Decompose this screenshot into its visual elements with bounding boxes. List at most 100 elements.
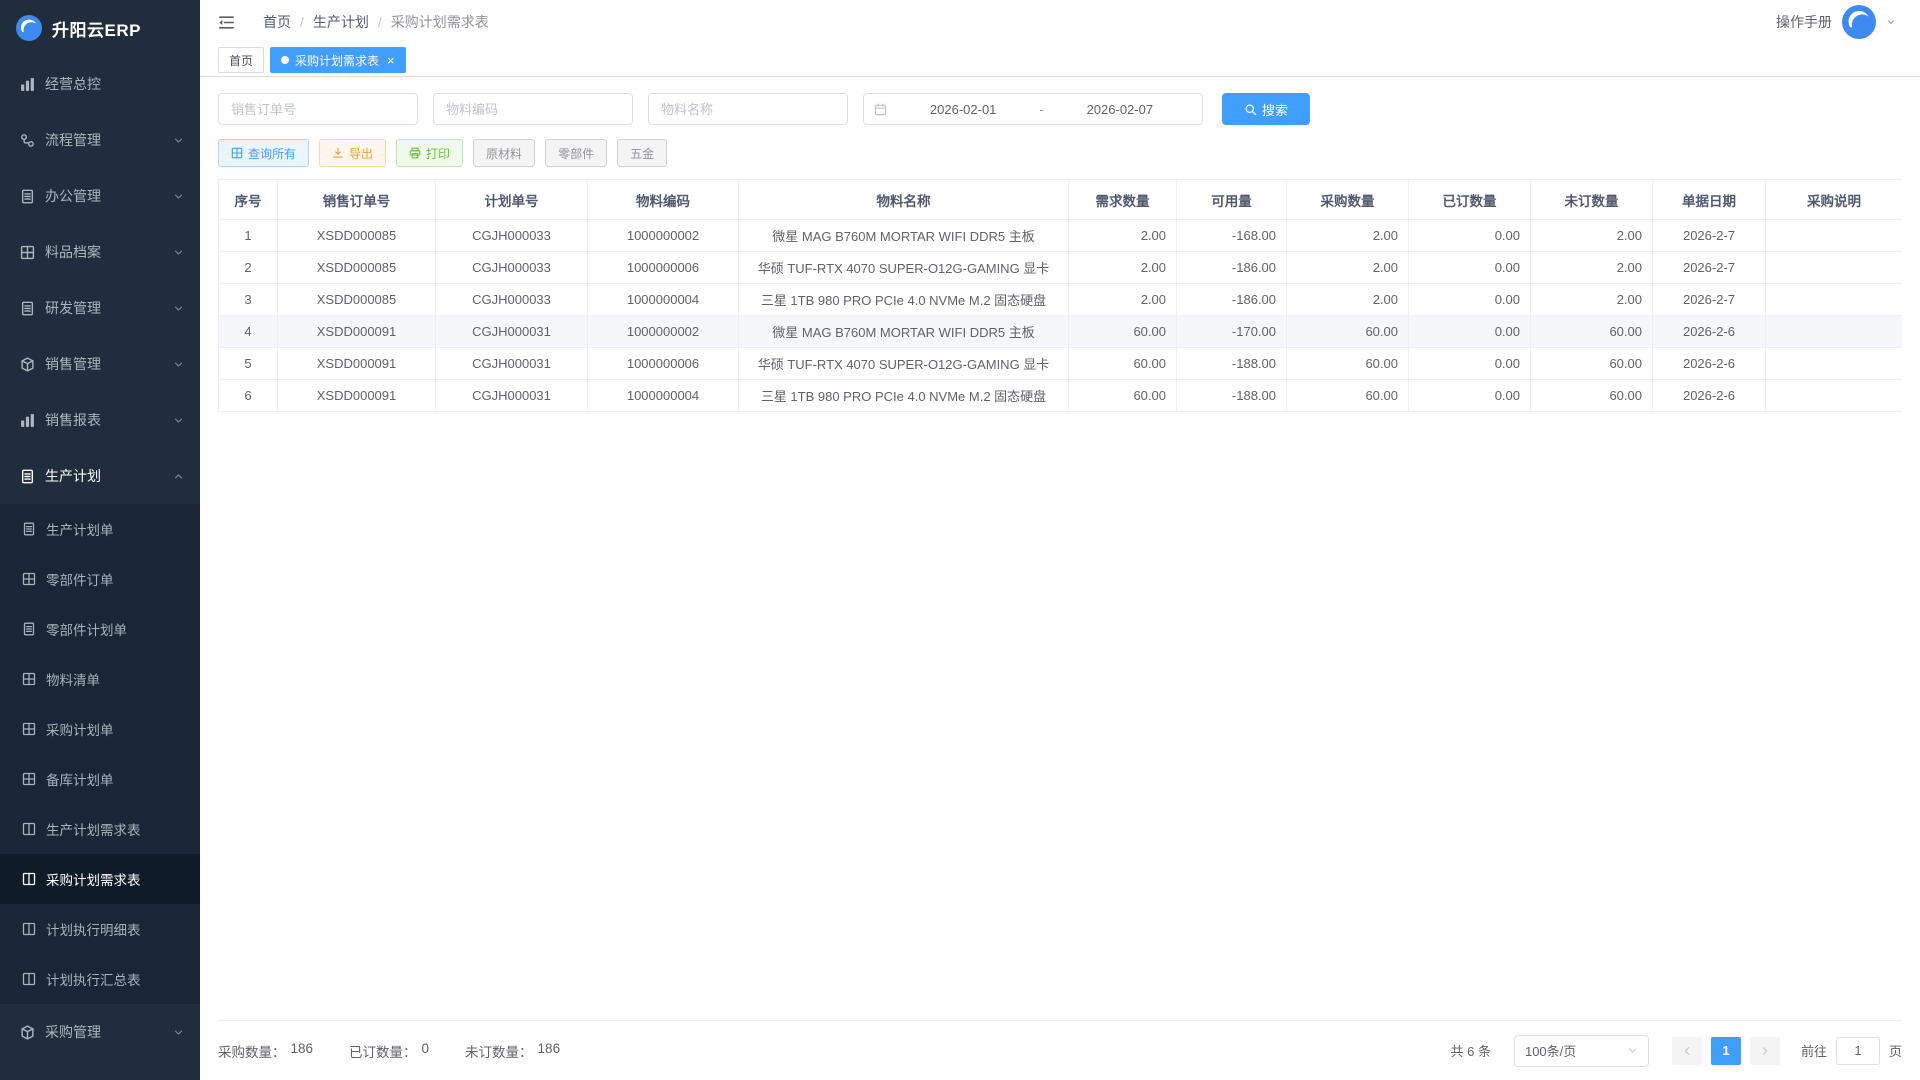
sidebar-item-bom-list[interactable]: 物料清单 <box>0 654 200 704</box>
prev-page-button[interactable] <box>1672 1037 1702 1065</box>
date-start[interactable]: 2026-02-01 <box>891 102 1035 117</box>
column-header: 物料编码 <box>588 180 739 220</box>
query-all-button[interactable]: 查询所有 <box>218 139 309 167</box>
sidebar-item-plan-execution-summary[interactable]: 计划执行汇总表 <box>0 954 200 1004</box>
sidebar-item-rd-mgmt[interactable]: 研发管理 <box>0 280 200 336</box>
goto-page-input[interactable] <box>1836 1037 1880 1065</box>
tab-label: 首页 <box>229 52 253 69</box>
breadcrumb-item[interactable]: 生产计划 <box>313 12 369 32</box>
columns-icon <box>22 822 36 836</box>
doc-icon <box>22 522 36 536</box>
user-menu-caret-icon[interactable] <box>1886 17 1896 27</box>
material-code-input[interactable] <box>433 93 633 125</box>
purchase-icon <box>20 1025 35 1040</box>
table-row[interactable]: 3XSDD000085CGJH0000331000000004三星 1TB 98… <box>219 284 1903 316</box>
raw-material-button[interactable]: 原材料 <box>473 139 535 167</box>
sidebar-item-material-archive[interactable]: 料品档案 <box>0 224 200 280</box>
material-name-input[interactable] <box>648 93 848 125</box>
cell: 2026-2-7 <box>1653 220 1766 252</box>
sidebar-item-business-overview[interactable]: 经营总控 <box>0 56 200 112</box>
cell: 6 <box>219 380 278 412</box>
filter-bar: 2026-02-01 - 2026-02-07 搜索 <box>218 93 1902 125</box>
sidebar-menu: 经营总控流程管理办公管理料品档案研发管理销售管理销售报表生产计划生产计划单零部件… <box>0 56 200 1080</box>
sidebar-item-stock-plan-order[interactable]: 备库计划单 <box>0 754 200 804</box>
table-row[interactable]: 5XSDD000091CGJH0000311000000006华硕 TUF-RT… <box>219 348 1903 380</box>
tab-purchase-plan-demand[interactable]: 采购计划需求表× <box>270 47 406 73</box>
doc-icon <box>22 622 36 636</box>
close-icon[interactable]: × <box>387 54 395 67</box>
cell <box>1766 220 1903 252</box>
cell: CGJH000031 <box>436 316 588 348</box>
sidebar-item-production-plan-order[interactable]: 生产计划单 <box>0 504 200 554</box>
sidebar-item-purchase-plan-order[interactable]: 采购计划单 <box>0 704 200 754</box>
cell: 0.00 <box>1409 380 1531 412</box>
cell: 60.00 <box>1287 348 1409 380</box>
next-page-button[interactable] <box>1750 1037 1780 1065</box>
current-page-button[interactable]: 1 <box>1711 1037 1741 1065</box>
cell: 0.00 <box>1409 284 1531 316</box>
manual-link[interactable]: 操作手册 <box>1776 12 1832 32</box>
search-button[interactable]: 搜索 <box>1222 93 1310 125</box>
sidebar-item-workshop-settings[interactable]: 车间设置 <box>0 1060 200 1080</box>
submenu-production-plan: 生产计划单零部件订单零部件计划单物料清单采购计划单备库计划单生产计划需求表采购计… <box>0 504 200 1004</box>
sidebar-item-sales-mgmt[interactable]: 销售管理 <box>0 336 200 392</box>
column-header: 单据日期 <box>1653 180 1766 220</box>
page-size-select[interactable]: 100条/页 <box>1514 1035 1649 1067</box>
cell: -186.00 <box>1177 284 1287 316</box>
date-separator: - <box>1039 102 1043 117</box>
sidebar-item-label: 备库计划单 <box>46 769 114 789</box>
flow-icon <box>20 133 35 148</box>
breadcrumb-item[interactable]: 首页 <box>263 12 291 32</box>
cell: 2.00 <box>1531 252 1653 284</box>
cell: 2.00 <box>1069 252 1177 284</box>
table-row[interactable]: 1XSDD000085CGJH0000331000000002微星 MAG B7… <box>219 220 1903 252</box>
sidebar-item-office-mgmt[interactable]: 办公管理 <box>0 168 200 224</box>
parts-button[interactable]: 零部件 <box>545 139 607 167</box>
sidebar-item-label: 零部件计划单 <box>46 619 127 639</box>
hardware-button[interactable]: 五金 <box>617 139 667 167</box>
table-row[interactable]: 4XSDD000091CGJH0000311000000002微星 MAG B7… <box>219 316 1903 348</box>
breadcrumb-separator: / <box>300 14 304 30</box>
sidebar-item-purchase-mgmt[interactable]: 采购管理 <box>0 1004 200 1060</box>
sidebar-item-sales-report[interactable]: 销售报表 <box>0 392 200 448</box>
sidebar-item-label: 采购计划单 <box>46 719 114 739</box>
cell: -186.00 <box>1177 252 1287 284</box>
sidebar-item-parts-plan-order[interactable]: 零部件计划单 <box>0 604 200 654</box>
table-row[interactable]: 2XSDD000085CGJH0000331000000006华硕 TUF-RT… <box>219 252 1903 284</box>
export-button[interactable]: 导出 <box>319 139 386 167</box>
sidebar-item-production-plan[interactable]: 生产计划 <box>0 448 200 504</box>
grid-icon <box>22 722 36 736</box>
print-button[interactable]: 打印 <box>396 139 463 167</box>
column-header: 销售订单号 <box>278 180 436 220</box>
cell: 0.00 <box>1409 252 1531 284</box>
cell: XSDD000091 <box>278 348 436 380</box>
cell: 2026-2-7 <box>1653 252 1766 284</box>
sidebar-item-parts-order[interactable]: 零部件订单 <box>0 554 200 604</box>
rd-icon <box>20 301 35 316</box>
sales-order-input[interactable] <box>218 93 418 125</box>
date-range-picker[interactable]: 2026-02-01 - 2026-02-07 <box>863 93 1203 125</box>
sales-report-icon <box>20 413 35 428</box>
avatar[interactable] <box>1842 5 1876 39</box>
column-header: 可用量 <box>1177 180 1287 220</box>
chevron-right-icon <box>1759 1045 1771 1057</box>
sidebar-item-label: 研发管理 <box>45 298 101 318</box>
sidebar-item-purchase-plan-demand[interactable]: 采购计划需求表 <box>0 854 200 904</box>
column-header: 计划单号 <box>436 180 588 220</box>
chevron-down-icon <box>1627 1045 1638 1056</box>
sidebar-item-label: 销售管理 <box>45 354 101 374</box>
sidebar-item-plan-execution-detail[interactable]: 计划执行明细表 <box>0 904 200 954</box>
data-table: 序号销售订单号计划单号物料编码物料名称需求数量可用量采购数量已订数量未订数量单据… <box>218 179 1902 1020</box>
fold-menu-icon[interactable] <box>218 14 235 31</box>
cell: 华硕 TUF-RTX 4070 SUPER-O12G-GAMING 显卡 <box>739 348 1069 380</box>
cell: 2.00 <box>1287 252 1409 284</box>
chevron-up-icon <box>173 471 184 482</box>
sidebar-item-production-plan-demand[interactable]: 生产计划需求表 <box>0 804 200 854</box>
sidebar-item-process-mgmt[interactable]: 流程管理 <box>0 112 200 168</box>
cell: 华硕 TUF-RTX 4070 SUPER-O12G-GAMING 显卡 <box>739 252 1069 284</box>
button-label: 打印 <box>426 145 450 162</box>
status-bar: 采购数量：186已订数量：0未订数量：186 共 6 条 100条/页 1 前往… <box>218 1020 1902 1080</box>
table-row[interactable]: 6XSDD000091CGJH0000311000000004三星 1TB 98… <box>219 380 1903 412</box>
tab-home[interactable]: 首页 <box>218 47 264 73</box>
date-end[interactable]: 2026-02-07 <box>1048 102 1192 117</box>
